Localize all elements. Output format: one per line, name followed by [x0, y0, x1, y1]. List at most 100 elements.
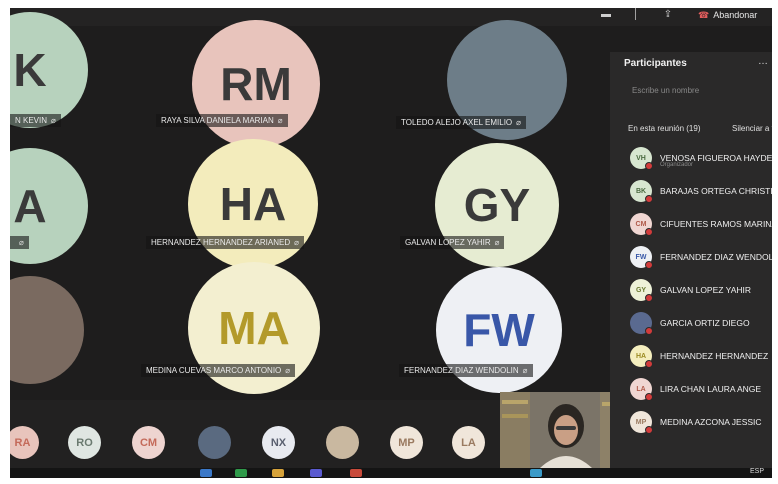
participant-name: FERNANDEZ DIAZ WENDOLIN: [404, 366, 519, 375]
participant-list-avatar: LA: [630, 378, 653, 401]
avatar-initials: FW: [463, 304, 535, 356]
taskbar-app-icon[interactable]: [200, 469, 212, 477]
participant-list-name: GALVAN LOPEZ YAHIR: [660, 285, 752, 295]
participant-search-input[interactable]: [622, 80, 772, 100]
muted-mic-icon: ⌀: [285, 366, 291, 375]
hang-up-icon: ☎: [698, 10, 710, 20]
status-dot-icon: [645, 294, 653, 302]
avatar-initials: GY: [463, 179, 531, 231]
status-dot-icon: [645, 261, 653, 269]
strip-avatar-initials: NX: [270, 436, 287, 449]
leave-button[interactable]: ☎ Abandonar: [698, 10, 757, 21]
strip-avatar[interactable]: CM: [132, 426, 165, 459]
muted-mic-icon: ⌀: [277, 116, 283, 125]
participant-name-label: N KEVIN ⌀: [10, 114, 61, 127]
participant-name: MEDINA CUEVAS MARCO ANTONIO: [146, 366, 282, 375]
participant-list-avatar: BK: [630, 180, 653, 203]
panel-title: Participantes: [624, 58, 687, 69]
participant-list-item[interactable]: GY GALVAN LOPEZ YAHIR: [630, 278, 772, 302]
participant-name-label: ⌀: [10, 236, 29, 249]
status-dot-icon: [645, 327, 653, 335]
language-indicator[interactable]: ESP: [750, 468, 764, 475]
participant-list-initials: MP: [635, 418, 647, 426]
strip-avatar-initials: RO: [76, 436, 93, 449]
avatar-initials: A: [13, 180, 47, 232]
status-dot-icon: [645, 162, 653, 170]
muted-mic-icon: ⌀: [51, 116, 56, 125]
taskbar-app-icon[interactable]: [530, 469, 542, 477]
status-dot-icon: [645, 228, 653, 236]
participant-list-avatar: CM: [630, 213, 653, 236]
participant-list-avatar: FW: [630, 246, 653, 269]
participants-panel: Participantes … En esta reunión (19) Sil…: [610, 52, 772, 472]
strip-avatar-initials: LA: [461, 436, 476, 449]
participant-avatar: HA: [188, 139, 318, 269]
participant-list-name: MEDINA AZCONA JESSIC: [660, 417, 762, 427]
avatar-initials: MA: [218, 302, 290, 354]
strip-avatar[interactable]: LA: [452, 426, 485, 459]
avatar-initials: HA: [219, 178, 287, 230]
participant-list-initials: FW: [635, 253, 647, 261]
muted-mic-icon: ⌀: [19, 238, 24, 247]
participant-name: GALVAN LOPEZ YAHIR: [405, 238, 491, 247]
strip-avatar[interactable]: [326, 426, 359, 459]
participant-list-item[interactable]: GARCIA ORTIZ DIEGO: [630, 311, 772, 335]
participant-list-initials: GY: [635, 286, 647, 294]
participant-list-name: CIFUENTES RAMOS MARINA: [660, 219, 772, 229]
participant-list-item[interactable]: CM CIFUENTES RAMOS MARINA: [630, 212, 772, 236]
status-dot-icon: [645, 360, 653, 368]
participant-list-item[interactable]: LA LIRA CHAN LAURA ANGE: [630, 377, 772, 401]
strip-avatar[interactable]: RO: [68, 426, 101, 459]
participant-name-label: TOLEDO ALEJO AXEL EMILIO ⌀: [396, 116, 526, 129]
muted-mic-icon: ⌀: [494, 238, 500, 247]
participant-list-avatar: GY: [630, 279, 653, 302]
participant-list-item[interactable]: HA HERNANDEZ HERNANDEZ: [630, 344, 772, 368]
participant-list-name: HERNANDEZ HERNANDEZ: [660, 351, 769, 361]
participant-list-name: BARAJAS ORTEGA CHRISTIAN: [660, 186, 772, 196]
microphone-icon[interactable]: │: [630, 10, 642, 20]
participant-name: N KEVIN: [15, 116, 48, 125]
participant-name: TOLEDO ALEJO AXEL EMILIO: [401, 118, 513, 127]
participant-name-label: RAYA SILVA DANIELA MARIAN ⌀: [156, 114, 288, 127]
participant-name-label: MEDINA CUEVAS MARCO ANTONIO ⌀: [141, 364, 296, 377]
participant-list-avatar: VH: [630, 147, 653, 170]
strip-avatar[interactable]: MP: [390, 426, 423, 459]
muted-mic-icon: ⌀: [294, 238, 299, 247]
participant-list-item[interactable]: MP MEDINA AZCONA JESSIC: [630, 410, 772, 434]
participant-list-initials: CM: [635, 220, 647, 228]
muted-mic-icon: ⌀: [522, 366, 528, 375]
participant-list-initials: HA: [635, 352, 647, 360]
status-dot-icon: [645, 195, 653, 203]
participant-list-avatar: HA: [630, 345, 653, 368]
mute-all-link[interactable]: Silenciar a to: [732, 124, 772, 133]
participant-name-label: HERNANDEZ HERNANDEZ ARIANED ⌀: [146, 236, 304, 249]
more-options-icon[interactable]: …: [758, 56, 768, 67]
participant-list-initials: BK: [635, 187, 647, 195]
participant-list-item[interactable]: VH VENOSA FIGUEROA HAYDEE Organizador: [630, 146, 772, 170]
share-screen-icon[interactable]: ⇪: [662, 10, 674, 20]
strip-avatar[interactable]: [198, 426, 231, 459]
participant-name: RAYA SILVA DANIELA MARIAN: [161, 116, 274, 125]
participant-list-name: LIRA CHAN LAURA ANGE: [660, 384, 762, 394]
avatar-initials: RM: [220, 58, 292, 110]
strip-avatar-initials: CM: [139, 436, 158, 449]
taskbar-app-icon[interactable]: [350, 469, 362, 477]
participant-list-initials: LA: [636, 385, 646, 393]
taskbar-app-icon[interactable]: [235, 469, 247, 477]
participant-list-item[interactable]: FW FERNANDEZ DIAZ WENDOLI: [630, 245, 772, 269]
taskbar-app-icon[interactable]: [310, 469, 322, 477]
windows-taskbar: ESP: [10, 468, 772, 478]
participant-list-item[interactable]: BK BARAJAS ORTEGA CHRISTIAN: [630, 179, 772, 203]
muted-mic-icon: ⌀: [516, 118, 521, 127]
taskbar-app-icon[interactable]: [272, 469, 284, 477]
participant-avatar: K: [10, 12, 88, 128]
participant-list-initials: VH: [636, 154, 646, 162]
in-meeting-count: En esta reunión (19): [628, 124, 701, 133]
strip-avatar-initials: RA: [14, 436, 31, 449]
camera-icon[interactable]: ▬: [600, 10, 612, 20]
participant-avatar: RM: [192, 20, 320, 148]
meeting-toolbar: ▬ │ ⇪ ☎ Abandonar: [10, 8, 772, 26]
strip-avatar[interactable]: NX: [262, 426, 295, 459]
participant-name-label: FERNANDEZ DIAZ WENDOLIN ⌀: [399, 364, 533, 377]
participant-list-avatar: [630, 312, 653, 335]
